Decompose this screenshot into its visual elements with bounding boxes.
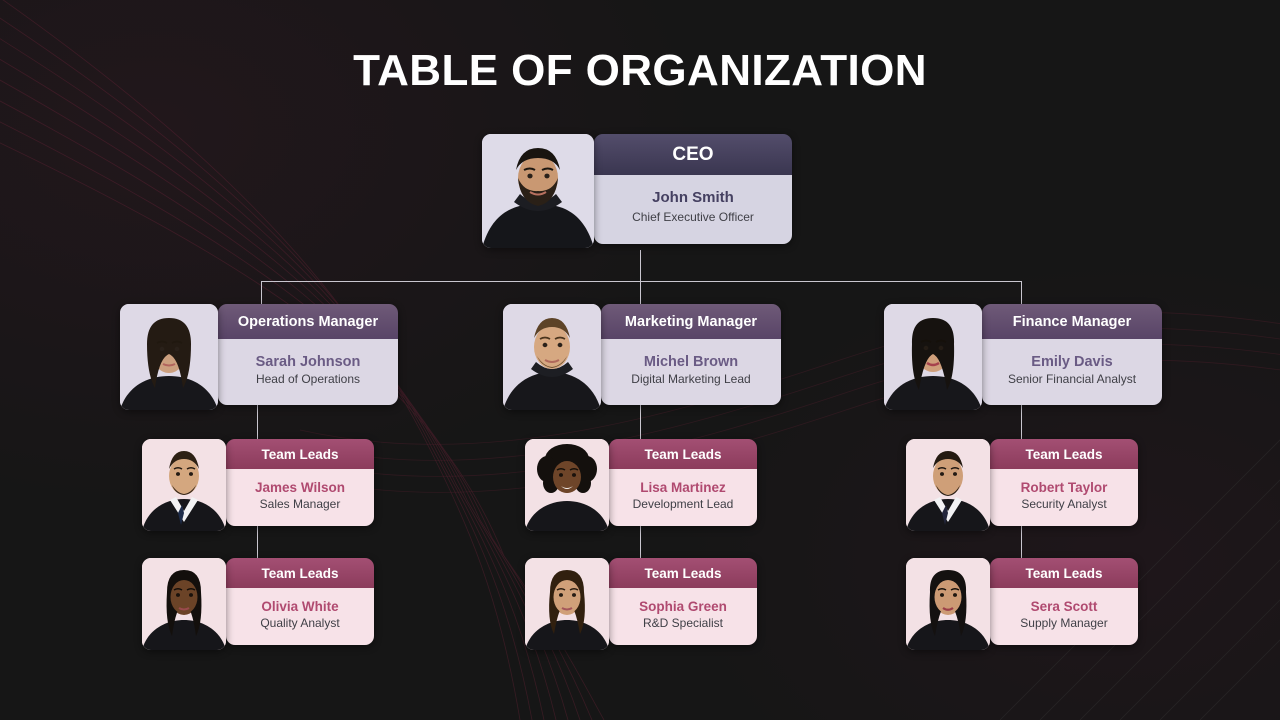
org-header-marketing-manager: Marketing Manager bbox=[601, 304, 781, 339]
org-name-marketing-manager: Michel Brown bbox=[643, 354, 739, 371]
avatar-sera-scott bbox=[906, 558, 990, 650]
org-role-olivia-white: Quality Analyst bbox=[260, 616, 340, 631]
avatar-michel-brown bbox=[503, 304, 601, 410]
org-card-marketing-manager[interactable]: Marketing Manager Michel Brown Digital M… bbox=[503, 304, 781, 410]
org-role-marketing-manager: Digital Marketing Lead bbox=[631, 372, 751, 387]
org-role-james-wilson: Sales Manager bbox=[259, 497, 341, 512]
org-role-sophia-green: R&D Specialist bbox=[642, 616, 724, 631]
org-card-team-lead-sera-scott[interactable]: Team Leads Sera Scott Supply Manager bbox=[906, 558, 1138, 650]
org-card-operations-manager[interactable]: Operations Manager Sarah Johnson Head of… bbox=[120, 304, 398, 410]
org-body-ceo: John Smith Chief Executive Officer bbox=[594, 175, 792, 244]
org-chart-slide: TABLE OF ORGANIZATION CEO John Smith Chi… bbox=[0, 0, 1280, 720]
connector-ceo-stem bbox=[640, 250, 641, 281]
org-info-olivia-white: Team Leads Olivia White Quality Analyst bbox=[226, 558, 374, 645]
connector-drop-marketing bbox=[640, 281, 641, 305]
org-card-team-lead-olivia-white[interactable]: Team Leads Olivia White Quality Analyst bbox=[142, 558, 374, 650]
org-info-finance-manager: Finance Manager Emily Davis Senior Finan… bbox=[982, 304, 1162, 405]
org-header-robert-taylor: Team Leads bbox=[990, 439, 1138, 469]
org-name-james-wilson: James Wilson bbox=[255, 480, 345, 496]
org-role-operations-manager: Head of Operations bbox=[255, 372, 361, 387]
org-body-olivia-white: Olivia White Quality Analyst bbox=[226, 588, 374, 645]
org-name-lisa-martinez: Lisa Martinez bbox=[640, 480, 726, 496]
org-card-team-lead-sophia-green[interactable]: Team Leads Sophia Green R&D Specialist bbox=[525, 558, 757, 650]
avatar-lisa-martinez bbox=[525, 439, 609, 531]
avatar-olivia-white bbox=[142, 558, 226, 650]
org-info-marketing-manager: Marketing Manager Michel Brown Digital M… bbox=[601, 304, 781, 405]
org-card-team-lead-james-wilson[interactable]: Team Leads James Wilson Sales Manager bbox=[142, 439, 374, 531]
org-info-sophia-green: Team Leads Sophia Green R&D Specialist bbox=[609, 558, 757, 645]
org-header-operations-manager: Operations Manager bbox=[218, 304, 398, 339]
org-info-lisa-martinez: Team Leads Lisa Martinez Development Lea… bbox=[609, 439, 757, 526]
org-body-operations-manager: Sarah Johnson Head of Operations bbox=[218, 339, 398, 405]
org-info-james-wilson: Team Leads James Wilson Sales Manager bbox=[226, 439, 374, 526]
org-role-lisa-martinez: Development Lead bbox=[632, 497, 734, 512]
org-body-sera-scott: Sera Scott Supply Manager bbox=[990, 588, 1138, 645]
org-header-olivia-white: Team Leads bbox=[226, 558, 374, 588]
connector-manager-bus bbox=[261, 281, 1021, 282]
org-info-sera-scott: Team Leads Sera Scott Supply Manager bbox=[990, 558, 1138, 645]
org-info-operations-manager: Operations Manager Sarah Johnson Head of… bbox=[218, 304, 398, 405]
avatar-robert-taylor bbox=[906, 439, 990, 531]
page-title: TABLE OF ORGANIZATION bbox=[353, 46, 927, 95]
org-name-operations-manager: Sarah Johnson bbox=[255, 354, 361, 371]
org-header-sophia-green: Team Leads bbox=[609, 558, 757, 588]
org-body-finance-manager: Emily Davis Senior Financial Analyst bbox=[982, 339, 1162, 405]
avatar-sarah-johnson bbox=[120, 304, 218, 410]
avatar-john-smith bbox=[482, 134, 594, 248]
org-card-ceo[interactable]: CEO John Smith Chief Executive Officer bbox=[482, 134, 792, 248]
org-header-ceo: CEO bbox=[594, 134, 792, 175]
org-name-sera-scott: Sera Scott bbox=[1030, 599, 1098, 615]
org-body-lisa-martinez: Lisa Martinez Development Lead bbox=[609, 469, 757, 526]
org-name-ceo: John Smith bbox=[652, 189, 734, 207]
org-name-olivia-white: Olivia White bbox=[261, 599, 339, 615]
org-name-sophia-green: Sophia Green bbox=[639, 599, 727, 615]
avatar-emily-davis bbox=[884, 304, 982, 410]
org-role-finance-manager: Senior Financial Analyst bbox=[1007, 372, 1137, 387]
avatar-james-wilson bbox=[142, 439, 226, 531]
org-card-team-lead-robert-taylor[interactable]: Team Leads Robert Taylor Security Analys… bbox=[906, 439, 1138, 531]
org-header-finance-manager: Finance Manager bbox=[982, 304, 1162, 339]
org-info-ceo: CEO John Smith Chief Executive Officer bbox=[594, 134, 792, 244]
connector-drop-finance bbox=[1021, 281, 1022, 305]
connector-drop-operations bbox=[261, 281, 262, 305]
org-header-sera-scott: Team Leads bbox=[990, 558, 1138, 588]
org-role-robert-taylor: Security Analyst bbox=[1021, 497, 1107, 512]
org-header-james-wilson: Team Leads bbox=[226, 439, 374, 469]
org-role-ceo: Chief Executive Officer bbox=[632, 210, 754, 225]
org-body-robert-taylor: Robert Taylor Security Analyst bbox=[990, 469, 1138, 526]
org-card-team-lead-lisa-martinez[interactable]: Team Leads Lisa Martinez Development Lea… bbox=[525, 439, 757, 531]
org-body-marketing-manager: Michel Brown Digital Marketing Lead bbox=[601, 339, 781, 405]
org-name-robert-taylor: Robert Taylor bbox=[1020, 480, 1108, 496]
org-body-sophia-green: Sophia Green R&D Specialist bbox=[609, 588, 757, 645]
org-role-sera-scott: Supply Manager bbox=[1020, 616, 1108, 631]
org-info-robert-taylor: Team Leads Robert Taylor Security Analys… bbox=[990, 439, 1138, 526]
org-name-finance-manager: Emily Davis bbox=[1031, 354, 1113, 371]
org-card-finance-manager[interactable]: Finance Manager Emily Davis Senior Finan… bbox=[884, 304, 1162, 410]
org-body-james-wilson: James Wilson Sales Manager bbox=[226, 469, 374, 526]
org-header-lisa-martinez: Team Leads bbox=[609, 439, 757, 469]
avatar-sophia-green bbox=[525, 558, 609, 650]
